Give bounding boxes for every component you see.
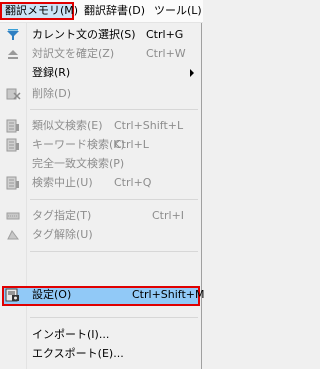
- menu-item-label: 登録(R): [32, 66, 71, 79]
- menu-item-label: タグ解除(U): [32, 228, 93, 241]
- submenu-arrow-icon: [190, 69, 194, 77]
- menu-item-export[interactable]: エクスポート(E)...: [2, 345, 200, 363]
- menu-item-import[interactable]: インポート(I)...: [2, 326, 200, 344]
- menu-item-stop-search[interactable]: 検索中止(U) Ctrl+Q: [2, 174, 200, 192]
- menu-item-exact-match-search[interactable]: 完全一致文検索(P): [2, 155, 200, 173]
- menu-item-label: 検索中止(U): [32, 176, 93, 189]
- menu-item-shortcut: Ctrl+Shift+L: [114, 119, 184, 132]
- menubar: 翻訳メモリ(M) 翻訳辞書(D) ツール(L): [0, 0, 203, 23]
- menubar-translation-dictionary[interactable]: 翻訳辞書(D): [81, 2, 148, 20]
- menu-item-similar-search[interactable]: 類似文検索(E) Ctrl+Shift+L: [2, 117, 200, 135]
- menu-item-label: 完全一致文検索(P): [32, 157, 125, 170]
- menubar-translation-memory[interactable]: 翻訳メモリ(M): [0, 2, 78, 20]
- menu-item-keyword-search[interactable]: キーワード検索(K) Ctrl+L: [2, 136, 200, 154]
- menu-item-shortcut: Ctrl+Shift+M: [132, 288, 205, 301]
- funnel-icon: [5, 28, 21, 42]
- menu-item-label: 対訳文を確定(Z): [32, 47, 115, 60]
- menu-item-shortcut: Ctrl+Q: [114, 176, 152, 189]
- menu-item-label: インポート(I)...: [32, 328, 110, 341]
- stop-search-icon: [5, 176, 21, 190]
- menu-item-tag-remove[interactable]: タグ解除(U): [2, 226, 200, 244]
- menu-item-settings[interactable]: 設定(O) Ctrl+Shift+M: [2, 286, 205, 306]
- menu-separator: [30, 251, 198, 252]
- tag-icon: [5, 209, 21, 223]
- menu-item-register[interactable]: 登録(R): [2, 64, 200, 82]
- menu-separator: [30, 317, 198, 318]
- menu-item-label: 設定(O): [32, 288, 72, 301]
- untag-icon: [5, 228, 21, 242]
- translation-memory-menu: カレント文の選択(S) Ctrl+G 対訳文を確定(Z) Ctrl+W 登録(R…: [0, 23, 205, 369]
- keyword-search-icon: [5, 138, 21, 152]
- menu-item-tag-specify[interactable]: タグ指定(T) Ctrl+I: [2, 207, 200, 225]
- menu-item-label: エクスポート(E)...: [32, 347, 124, 360]
- menu-item-select-current-sentence[interactable]: カレント文の選択(S) Ctrl+G: [2, 26, 200, 44]
- menu-separator: [30, 109, 198, 110]
- delete-icon: [5, 87, 21, 101]
- eject-icon: [5, 47, 21, 61]
- search-similar-icon: [5, 119, 21, 133]
- menu-item-shortcut: Ctrl+L: [114, 138, 149, 151]
- menu-item-label: キーワード検索(K): [32, 138, 125, 151]
- settings-icon: [5, 288, 21, 302]
- menu-item-label: カレント文の選択(S): [32, 28, 136, 41]
- menu-item-label: 削除(D): [32, 87, 72, 100]
- menu-item-shortcut: Ctrl+G: [146, 28, 184, 41]
- menu-item-confirm-translation[interactable]: 対訳文を確定(Z) Ctrl+W: [2, 45, 200, 63]
- menu-item-shortcut: Ctrl+I: [152, 209, 185, 222]
- menu-item-label: 類似文検索(E): [32, 119, 103, 132]
- menu-item-label: タグ指定(T): [32, 209, 92, 222]
- menu-item-delete[interactable]: 削除(D): [2, 85, 200, 103]
- menubar-tools[interactable]: ツール(L): [151, 2, 205, 20]
- menu-separator: [30, 199, 198, 200]
- menu-item-shortcut: Ctrl+W: [146, 47, 186, 60]
